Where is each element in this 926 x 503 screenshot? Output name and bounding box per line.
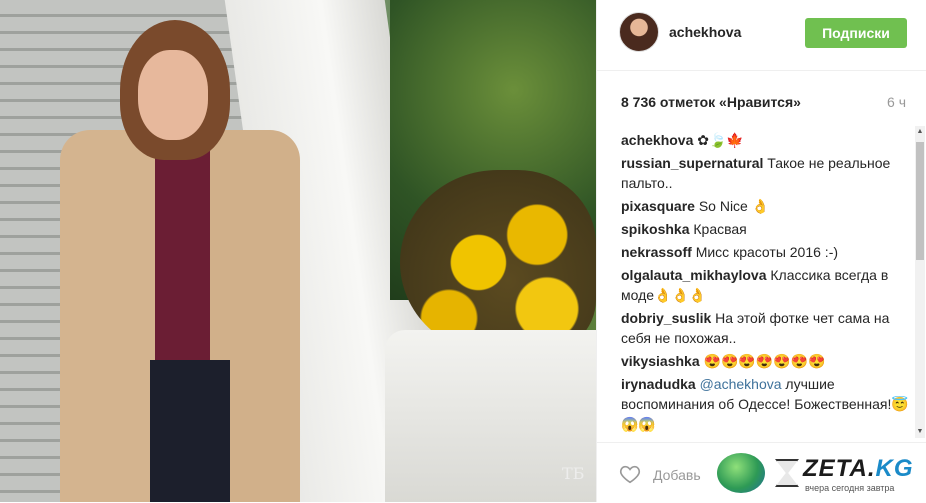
brand-name: ZETA.KG xyxy=(803,455,914,482)
comment-text: So Nice 👌 xyxy=(694,198,770,214)
comment-author[interactable]: russian_supernatural xyxy=(621,155,763,171)
comment-item: irynadudka @achekhova лучшие воспоминани… xyxy=(621,374,911,434)
comment-author[interactable]: achekhova xyxy=(621,132,693,148)
comments-list: achekhova ✿🍃🍁 russian_supernatural Такое… xyxy=(621,130,911,438)
woman-figure xyxy=(60,20,360,502)
brand-slogan: вчера сегодня завтра xyxy=(805,483,895,493)
add-comment-input[interactable]: Добавь xyxy=(653,467,701,483)
likes-count[interactable]: 8 736 отметок «Нравится» xyxy=(621,94,801,110)
post-header: achekhova Подписки xyxy=(597,0,926,71)
post-sidebar: achekhova Подписки 8 736 отметок «Нравит… xyxy=(596,0,926,502)
site-watermark-logo: ZETA.KG вчера сегодня завтра xyxy=(717,449,923,499)
comment-item: spikoshka Красвая xyxy=(621,219,911,239)
scrollbar-thumb[interactable] xyxy=(916,142,924,260)
comment-text: Мисс красоты 2016 :-) xyxy=(691,244,839,260)
comment-item: olgalauta_mikhaylova Классика всегда в м… xyxy=(621,265,911,305)
avatar[interactable] xyxy=(619,12,659,52)
username[interactable]: achekhova xyxy=(669,24,741,40)
comment-author[interactable]: dobriy_suslik xyxy=(621,310,711,326)
vest-left xyxy=(60,130,155,502)
comment-author[interactable]: nekrassoff xyxy=(621,244,692,260)
comment-item: pixasquare So Nice 👌 xyxy=(621,196,911,216)
comment-author[interactable]: olgalauta_mikhaylova xyxy=(621,267,767,283)
scroll-down-icon[interactable]: ▼ xyxy=(915,426,925,438)
comment-author[interactable]: spikoshka xyxy=(621,221,689,237)
follow-button[interactable]: Подписки xyxy=(805,18,907,48)
comment-item: russian_supernatural Такое не реальное п… xyxy=(621,153,911,193)
comment-author[interactable]: irynadudka xyxy=(621,376,696,392)
post-time[interactable]: 6 ч xyxy=(887,94,906,110)
comment-text: 😍😍😍😍😍😍😍 xyxy=(699,353,826,369)
face xyxy=(138,50,208,140)
globe-icon xyxy=(717,453,765,493)
comment-author[interactable]: vikysiashka xyxy=(621,353,700,369)
comment-text: Красвая xyxy=(689,221,747,237)
comment-item: achekhova ✿🍃🍁 xyxy=(621,130,911,150)
yellow-flowers xyxy=(400,170,596,355)
scroll-up-icon[interactable]: ▲ xyxy=(915,126,925,138)
skirt xyxy=(150,360,230,502)
photo-watermark: ТБ xyxy=(562,464,585,483)
heart-icon[interactable] xyxy=(619,463,641,485)
comment-item: nekrassoff Мисс красоты 2016 :-) xyxy=(621,242,911,262)
comment-item: dobriy_suslik На этой фотке чет сама на … xyxy=(621,308,911,348)
post-photo[interactable]: ТБ xyxy=(0,0,596,502)
hourglass-icon xyxy=(775,459,799,487)
comment-author[interactable]: pixasquare xyxy=(621,198,695,214)
post-footer: Добавь ZETA.KG вчера сегодня завтра xyxy=(597,442,926,503)
comment-item: vikysiashka 😍😍😍😍😍😍😍 xyxy=(621,351,911,371)
comment-mention[interactable]: @achekhova xyxy=(700,376,782,392)
comment-text: ✿🍃🍁 xyxy=(693,132,744,148)
comments-scrollbar[interactable]: ▲ ▼ xyxy=(915,126,925,438)
